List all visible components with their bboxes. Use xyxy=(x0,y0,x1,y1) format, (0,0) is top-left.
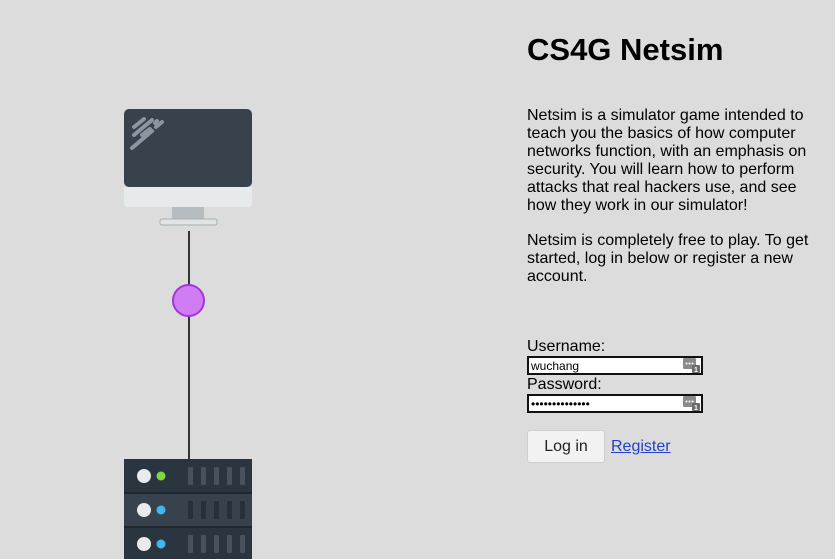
svg-text:1: 1 xyxy=(694,367,698,373)
password-input[interactable] xyxy=(529,396,681,411)
intro-paragraph-2: Netsim is completely free to play. To ge… xyxy=(527,232,809,285)
packet-node-icon[interactable] xyxy=(172,284,205,317)
username-input[interactable] xyxy=(529,358,681,373)
password-manager-icon[interactable]: 1 xyxy=(683,358,700,373)
network-wire xyxy=(188,231,190,461)
computer-monitor-icon xyxy=(124,109,252,226)
password-field-wrap: 1 xyxy=(527,394,703,413)
page: CS4G Netsim Netsim is a simulator game i… xyxy=(0,0,835,559)
server-rack-icon xyxy=(124,459,252,559)
password-manager-icon[interactable]: 1 xyxy=(683,396,700,411)
login-button[interactable]: Log in xyxy=(527,430,605,463)
svg-text:1: 1 xyxy=(694,405,698,411)
network-illustration xyxy=(120,105,260,559)
register-link[interactable]: Register xyxy=(611,438,671,456)
form-actions: Log in Register xyxy=(527,430,727,463)
page-title: CS4G Netsim xyxy=(527,32,724,67)
password-label: Password: xyxy=(527,376,602,393)
username-label: Username: xyxy=(527,338,606,355)
username-field-wrap: 1 xyxy=(527,356,703,375)
intro-paragraph-1: Netsim is a simulator game intended to t… xyxy=(527,107,807,214)
intro-section: CS4G Netsim Netsim is a simulator game i… xyxy=(527,30,817,286)
login-form: Username: 1 Password: 1 xyxy=(527,337,727,463)
